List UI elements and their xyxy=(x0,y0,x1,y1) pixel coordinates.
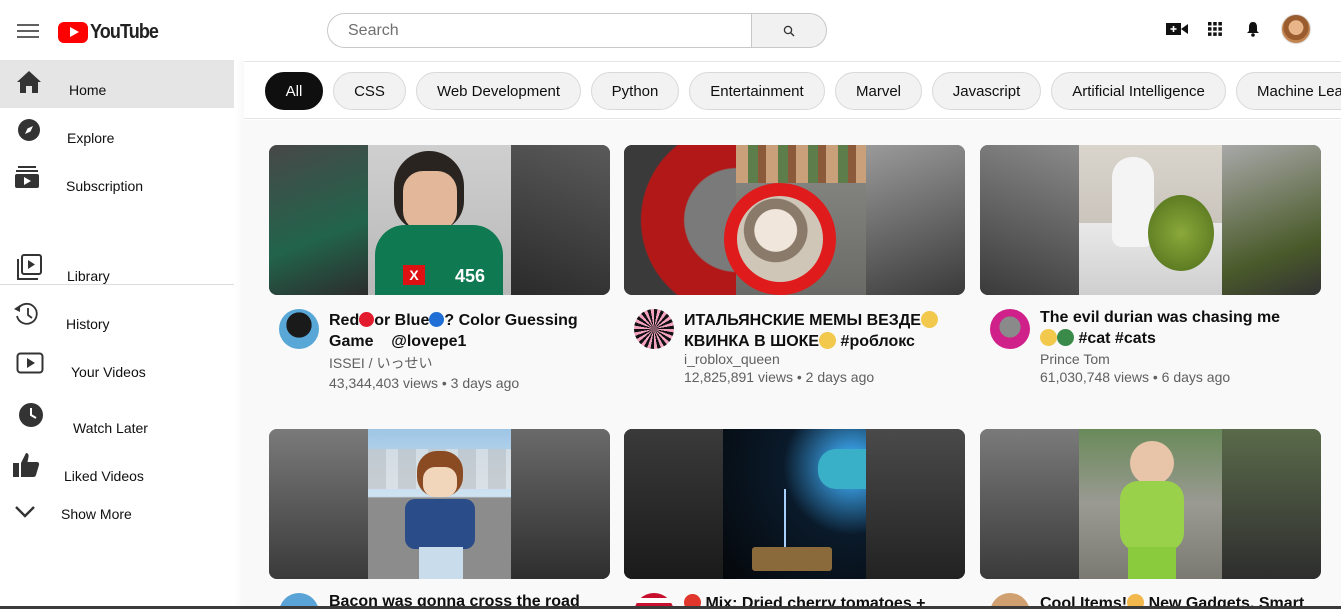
chip-artificial-intelligence[interactable]: Artificial Intelligence xyxy=(1051,72,1226,110)
sidebar-item-your-videos[interactable]: Your Videos xyxy=(0,341,234,389)
top-header: YouTube xyxy=(0,0,1341,60)
red-circle-emoji xyxy=(359,312,375,327)
search-icon xyxy=(783,25,795,36)
chip-machine-learning[interactable]: Machine Lea xyxy=(1236,72,1341,110)
sidebar-item-label: Library xyxy=(67,268,110,284)
sidebar-item-show-more[interactable]: Show More xyxy=(0,490,234,538)
compass-icon xyxy=(15,116,43,144)
channel-name[interactable]: ISSEI / いっせい xyxy=(329,353,432,373)
channel-avatar[interactable] xyxy=(634,309,674,349)
video-card[interactable]: Bacon was gonna cross the road xyxy=(269,429,610,609)
youtube-play-logo-icon xyxy=(58,21,88,43)
library-icon xyxy=(15,253,43,281)
sidebar: Home Explore Subscription Library Histor… xyxy=(0,60,234,609)
face-emoji xyxy=(1040,329,1057,346)
video-meta: 61,030,748 views • 6 days ago xyxy=(1040,369,1231,385)
thumbs-up-icon xyxy=(12,451,40,479)
screaming-face-emoji xyxy=(920,311,938,328)
sidebar-item-subscription[interactable]: Subscription xyxy=(0,156,234,204)
sidebar-item-library[interactable]: Library xyxy=(0,245,234,293)
chip-all[interactable]: All xyxy=(265,72,323,110)
video-card[interactable]: Mix: Dried cherry tomatoes + xyxy=(624,429,965,609)
video-thumbnail[interactable] xyxy=(624,429,965,579)
sidebar-item-label: Show More xyxy=(61,506,132,522)
sidebar-item-label: Home xyxy=(69,82,107,98)
chevron-down-icon xyxy=(11,498,39,526)
subscriptions-icon xyxy=(13,163,41,191)
video-grid: X 456 Red or Blue? Color Guessing Game @l… xyxy=(244,120,1341,609)
search-button[interactable] xyxy=(751,13,827,48)
sidebar-edge xyxy=(234,60,244,609)
video-thumbnail[interactable] xyxy=(980,429,1321,579)
chip-javascript[interactable]: Javascript xyxy=(932,72,1041,110)
sidebar-item-label: Your Videos xyxy=(71,364,146,380)
video-title[interactable]: The evil durian was chasing me #cat #cat… xyxy=(1040,307,1321,349)
video-thumbnail[interactable] xyxy=(980,145,1321,295)
sidebar-item-label: History xyxy=(66,316,110,332)
video-thumbnail[interactable] xyxy=(624,145,965,295)
create-video-icon[interactable] xyxy=(1165,17,1189,41)
chip-marvel[interactable]: Marvel xyxy=(835,72,922,110)
sidebar-item-history[interactable]: History xyxy=(0,293,234,341)
search-input[interactable] xyxy=(327,13,751,48)
channel-avatar[interactable] xyxy=(279,309,319,349)
video-thumbnail[interactable]: X 456 xyxy=(269,145,610,295)
sidebar-item-label: Explore xyxy=(67,130,115,146)
flushed-face-emoji xyxy=(819,332,837,349)
sidebar-item-liked-videos[interactable]: Liked Videos xyxy=(0,445,234,493)
search-bar xyxy=(327,13,827,48)
channel-avatar[interactable] xyxy=(990,309,1030,349)
channel-name[interactable]: Prince Tom xyxy=(1040,351,1110,367)
video-title[interactable]: ИТАЛЬЯНСКИЕ МЕМЫ ВЕЗДЕ КВИНКА В ШОКЕ #ро… xyxy=(684,310,965,352)
video-card[interactable]: Cool Items! New Gadgets, Smart xyxy=(980,429,1321,609)
video-card[interactable]: X 456 Red or Blue? Color Guessing Game @l… xyxy=(269,145,610,405)
sidebar-item-label: Watch Later xyxy=(73,420,148,436)
sidebar-item-label: Liked Videos xyxy=(64,468,144,484)
video-meta: 43,344,403 views • 3 days ago xyxy=(329,375,520,391)
video-meta: 12,825,891 views • 2 days ago xyxy=(684,369,875,385)
chip-web-development[interactable]: Web Development xyxy=(416,72,581,110)
channel-name[interactable]: i_roblox_queen xyxy=(684,351,780,367)
video-title[interactable]: Red or Blue? Color Guessing Game @lovepe1 xyxy=(329,310,609,352)
user-avatar[interactable] xyxy=(1281,14,1311,44)
blue-circle-emoji xyxy=(429,312,445,327)
video-card[interactable]: The evil durian was chasing me #cat #cat… xyxy=(980,145,1321,405)
car-emoji xyxy=(1057,329,1074,346)
sidebar-item-label: Subscription xyxy=(66,178,144,194)
filter-chips-bar: All CSS Web Development Python Entertain… xyxy=(244,61,1341,119)
clock-icon xyxy=(17,401,45,429)
sidebar-item-home[interactable]: Home xyxy=(0,60,234,108)
sidebar-item-explore[interactable]: Explore xyxy=(0,108,234,156)
youtube-logo[interactable]: YouTube xyxy=(58,20,166,44)
menu-icon[interactable] xyxy=(17,24,39,38)
history-icon xyxy=(13,300,41,328)
header-actions xyxy=(1151,14,1311,44)
play-video-icon xyxy=(16,349,44,377)
logo-text: YouTube xyxy=(90,20,159,43)
notifications-bell-icon[interactable] xyxy=(1241,17,1265,41)
home-icon xyxy=(15,68,43,96)
apps-grid-icon[interactable] xyxy=(1203,17,1227,41)
video-thumbnail[interactable] xyxy=(269,429,610,579)
sidebar-item-watch-later[interactable]: Watch Later xyxy=(0,393,234,441)
chip-css[interactable]: CSS xyxy=(333,72,406,110)
video-card[interactable]: ИТАЛЬЯНСКИЕ МЕМЫ ВЕЗДЕ КВИНКА В ШОКЕ #ро… xyxy=(624,145,965,405)
chip-python[interactable]: Python xyxy=(591,72,679,110)
chip-entertainment[interactable]: Entertainment xyxy=(689,72,825,110)
